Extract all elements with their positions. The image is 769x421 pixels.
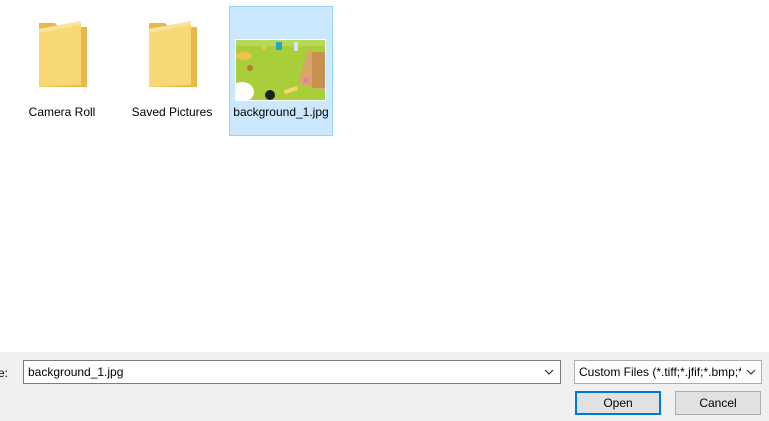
item-label: Saved Pictures xyxy=(131,105,213,119)
item-label: Camera Roll xyxy=(28,105,96,119)
dialog-footer: me: Custom Files (*.tiff;*.jfif;*.bmp;* … xyxy=(0,352,769,421)
file-list-pane[interactable]: Camera Roll Saved Pictures background_1.… xyxy=(0,0,769,352)
item-label: background_1.jpg xyxy=(233,105,329,119)
file-type-value: Custom Files (*.tiff;*.jfif;*.bmp;* xyxy=(579,365,743,379)
file-name-input[interactable] xyxy=(24,361,538,383)
folder-icon xyxy=(149,21,197,87)
file-type-select[interactable]: Custom Files (*.tiff;*.jfif;*.bmp;* xyxy=(574,360,762,384)
file-name-dropdown-button[interactable] xyxy=(538,361,560,383)
image-thumbnail xyxy=(235,39,326,101)
folder-icon xyxy=(39,21,87,87)
chevron-down-icon xyxy=(544,369,554,375)
file-name-label: me: xyxy=(0,366,9,380)
file-item-background-1[interactable]: background_1.jpg xyxy=(229,6,333,136)
cancel-button[interactable]: Cancel xyxy=(675,391,761,415)
file-type-dropdown-button[interactable] xyxy=(741,361,761,383)
file-name-combobox[interactable] xyxy=(23,360,561,384)
chevron-down-icon xyxy=(746,369,756,375)
folder-item-camera-roll[interactable]: Camera Roll xyxy=(10,6,114,136)
folder-item-saved-pictures[interactable]: Saved Pictures xyxy=(120,6,224,136)
open-button[interactable]: Open xyxy=(575,391,661,415)
